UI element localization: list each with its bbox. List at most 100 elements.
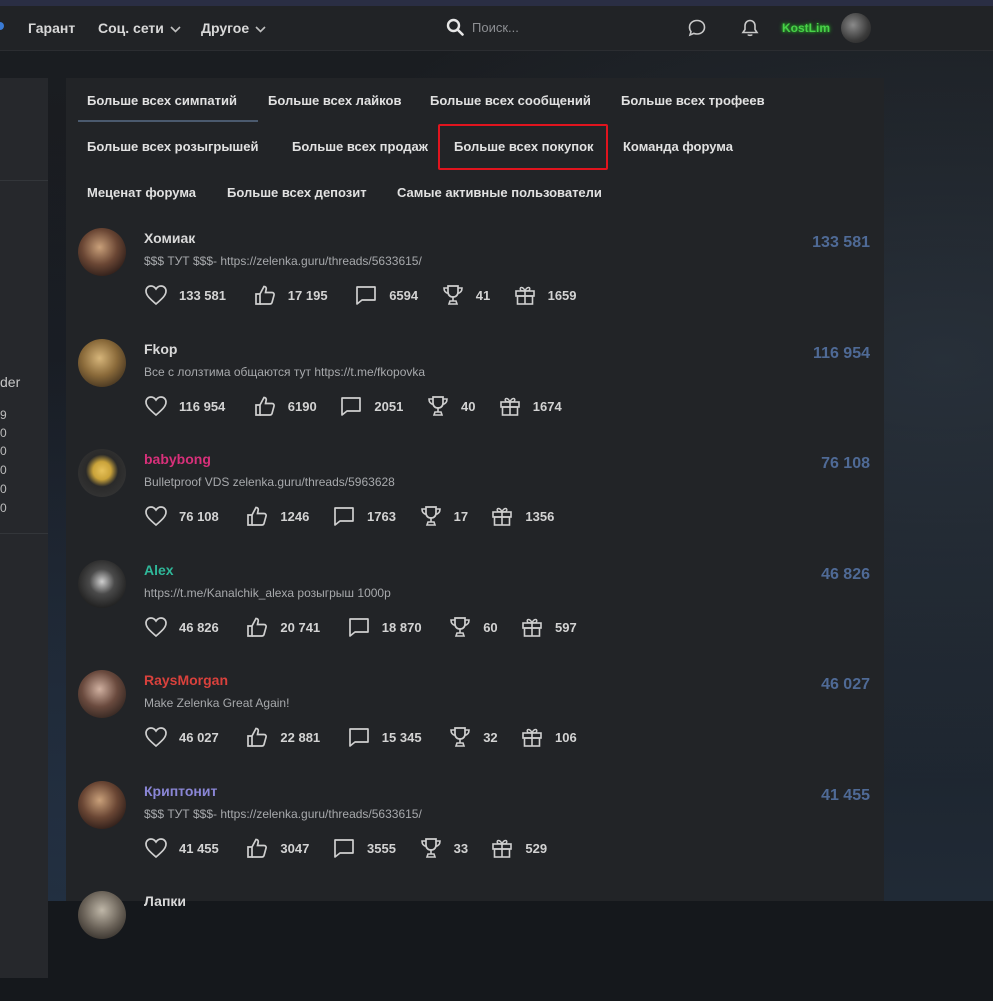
stat-value: 17 195: [287, 288, 328, 303]
sidebar-number: 9: [0, 408, 7, 422]
user-score: 46 826: [821, 565, 870, 583]
user-status: Make Zelenka Great Again!: [144, 696, 290, 710]
sidebar-number: 0: [0, 463, 7, 477]
search-placeholder: Поиск...: [472, 20, 519, 35]
stat-value: 1674: [532, 398, 562, 414]
tab-forum-team[interactable]: Команда форума: [623, 139, 733, 154]
user-row: Криптонит $$$ ТУТ $$$- https://zelenka.g…: [66, 780, 884, 891]
sidebar-number: 0: [0, 444, 7, 458]
stat-value: 40: [461, 398, 476, 414]
stat-value: 3555: [367, 840, 396, 856]
stat-value: 46 027: [179, 730, 219, 745]
tab-most-sympathies[interactable]: Больше всех симпатий: [87, 93, 237, 108]
stat-value: 18 870: [381, 619, 422, 635]
tab-most-messages[interactable]: Больше всех сообщений: [430, 93, 591, 108]
user-score: 41 455: [821, 786, 870, 804]
current-username[interactable]: KostLim: [782, 21, 830, 35]
user-name[interactable]: Хомиак: [144, 230, 195, 246]
tab-most-deposit[interactable]: Больше всех депозит: [227, 185, 367, 200]
user-name[interactable]: Fkop: [144, 341, 177, 357]
user-avatar[interactable]: [78, 670, 126, 718]
stat-value: 1659: [547, 288, 577, 303]
user-name[interactable]: RaysMorgan: [144, 672, 228, 688]
user-row: Fkop Все с лолзтима общаются тут https:/…: [66, 338, 884, 449]
user-avatar[interactable]: [841, 13, 871, 43]
chevron-down-icon: [170, 26, 181, 33]
sidebar-number: 0: [0, 426, 7, 440]
stat-value: 60: [483, 619, 498, 635]
divider: [0, 180, 48, 181]
user-name[interactable]: Криптонит: [144, 783, 217, 799]
sidebar-number: 0: [0, 482, 7, 496]
stat-value: 15 345: [381, 730, 422, 745]
user-avatar[interactable]: [78, 338, 126, 387]
user-status: $$$ ТУТ $$$- https://zelenka.guru/thread…: [144, 254, 422, 268]
nav-item-label: Соц. сети: [98, 20, 164, 36]
search-icon: [446, 18, 464, 36]
sidebar-partial-label: der: [0, 374, 21, 390]
bell-icon[interactable]: [740, 18, 760, 38]
user-name[interactable]: Лапки: [144, 893, 186, 909]
stat-value: 1356: [525, 509, 555, 524]
user-status: https://t.me/Kanalchik_alexa розыгрыш 10…: [144, 585, 391, 600]
tab-most-active-users[interactable]: Самые активные пользователи: [397, 185, 602, 200]
stat-value: 32: [483, 730, 498, 745]
stat-value: 1763: [367, 509, 396, 524]
user-avatar[interactable]: [78, 891, 126, 939]
user-avatar[interactable]: [78, 780, 126, 829]
stat-value: 116 954: [179, 398, 226, 414]
stat-value: 106: [555, 730, 577, 745]
stat-value: 6594: [389, 288, 419, 303]
user-score: 46 027: [821, 676, 870, 693]
tab-most-sales[interactable]: Больше всех продаж: [292, 139, 428, 154]
search-input[interactable]: Поиск...: [446, 16, 646, 40]
user-score: 133 581: [812, 234, 870, 251]
nav-dot-icon: [0, 22, 4, 30]
highlight-box: [438, 124, 608, 170]
sidebar-number: 0: [0, 501, 7, 515]
stat-value: 17: [453, 509, 469, 524]
nav-item-garant[interactable]: Гарант: [28, 20, 75, 36]
user-status: Bulletproof VDS zelenka.guru/threads/596…: [144, 475, 395, 489]
stat-value: 41 455: [179, 840, 219, 856]
user-name[interactable]: babybong: [144, 451, 211, 467]
user-score: 116 954: [813, 344, 870, 362]
top-header: Гарант Соц. сети Другое Поиск... KostLim: [0, 6, 993, 51]
stat-value: 529: [525, 840, 548, 856]
chat-bubble-icon[interactable]: [687, 18, 707, 38]
divider: [0, 533, 48, 534]
user-row: babybong Bulletproof VDS zelenka.guru/th…: [66, 449, 884, 559]
nav-item-other[interactable]: Другое: [201, 20, 266, 36]
stat-value: 133 581: [179, 288, 226, 303]
leaderboard-panel: Больше всех симпатий Больше всех лайков …: [66, 78, 884, 939]
nav-item-social[interactable]: Соц. сети: [98, 20, 181, 36]
tab-most-likes[interactable]: Больше всех лайков: [268, 93, 401, 108]
user-status: Все с лолзтима общаются тут https://t.me…: [144, 364, 426, 379]
stat-value: 3047: [280, 840, 310, 856]
stat-value: 22 881: [280, 730, 321, 745]
tab-most-giveaways[interactable]: Больше всех розыгрышей: [87, 139, 258, 154]
user-row: Alex https://t.me/Kanalchik_alexa розыгр…: [66, 559, 884, 670]
stat-value: 33: [453, 840, 469, 856]
user-row: Хомиак $$$ ТУТ $$$- https://zelenka.guru…: [66, 228, 884, 338]
user-avatar[interactable]: [78, 449, 126, 497]
tab-most-trophies[interactable]: Больше всех трофеев: [621, 93, 765, 108]
stat-value: 46 826: [179, 619, 219, 635]
stat-value: 76 108: [179, 509, 219, 524]
user-row: RaysMorgan Make Zelenka Great Again! 46 …: [66, 670, 884, 780]
user-avatar[interactable]: [78, 559, 126, 608]
stat-value: 1246: [280, 509, 310, 524]
stat-value: 6190: [287, 398, 317, 414]
active-tab-underline: [78, 120, 258, 122]
stat-value: 41: [475, 288, 491, 303]
user-avatar[interactable]: [78, 228, 126, 276]
stat-value: 20 741: [280, 619, 321, 635]
tab-forum-patron[interactable]: Меценат форума: [87, 185, 196, 200]
chevron-down-icon: [255, 26, 266, 33]
user-score: 76 108: [821, 455, 870, 472]
left-sidebar-card: der 9 0 0 0 0 0: [0, 78, 48, 978]
user-name[interactable]: Alex: [144, 562, 174, 578]
stat-value: 597: [555, 619, 577, 635]
nav-item-label: Другое: [201, 20, 250, 36]
user-status: $$$ ТУТ $$$- https://zelenka.guru/thread…: [144, 806, 422, 821]
